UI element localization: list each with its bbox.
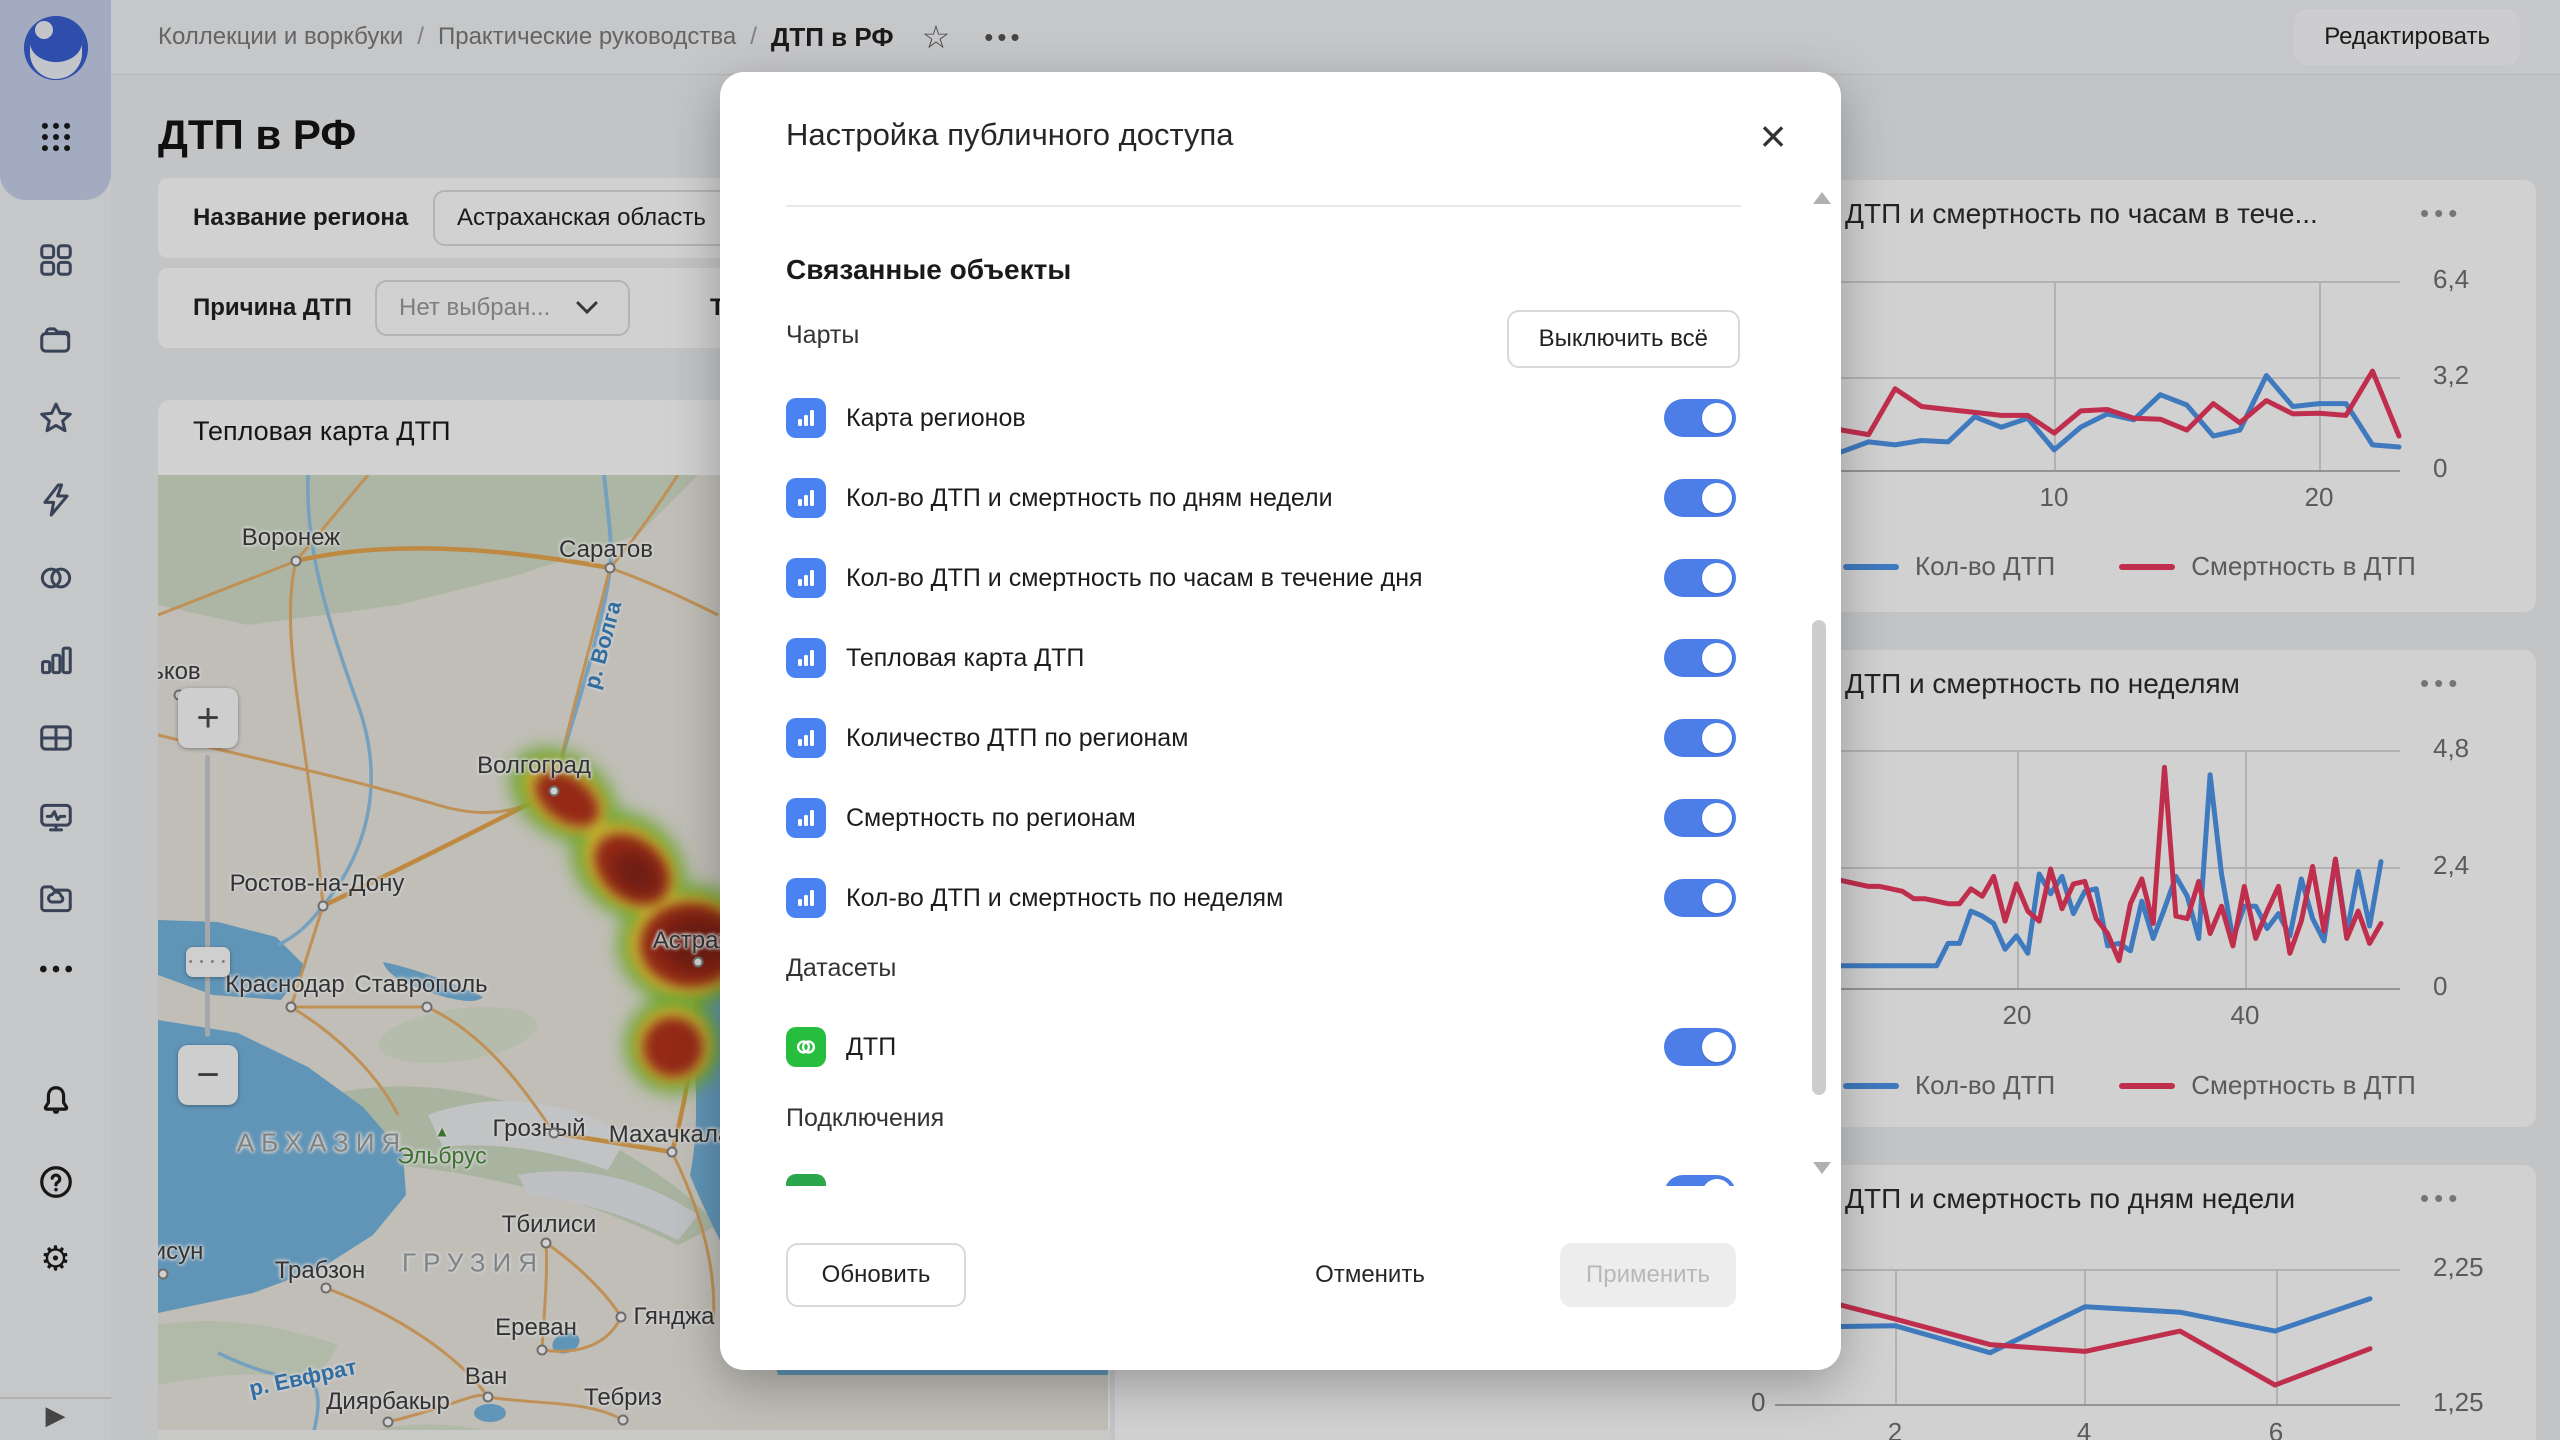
object-label: ДТП <box>846 1033 896 1062</box>
object-label: Кол-во ДТП и смертность по дням недели <box>846 484 1333 513</box>
related-objects-heading: Связанные объекты <box>786 254 1071 286</box>
scrollbar-down-icon[interactable] <box>1813 1162 1831 1174</box>
toggle-switch[interactable] <box>1664 1028 1736 1066</box>
charts-section-label: Чарты <box>786 321 859 350</box>
chart-object-icon <box>786 558 826 598</box>
chart-toggle-row: Кол-во ДТП и смертность по неделям <box>786 858 1736 938</box>
connection-toggle-row <box>786 1154 1736 1186</box>
object-label: Количество ДТП по регионам <box>846 724 1188 753</box>
toggle-switch[interactable] <box>1664 799 1736 837</box>
chart-object-icon <box>786 478 826 518</box>
chart-toggle-row: Кол-во ДТП и смертность по часам в течен… <box>786 538 1736 618</box>
chart-object-icon <box>786 878 826 918</box>
chart-object-icon <box>786 798 826 838</box>
chart-object-icon <box>786 398 826 438</box>
object-label: Кол-во ДТП и смертность по неделям <box>846 884 1283 913</box>
chart-toggle-row: Смертность по регионам <box>786 778 1736 858</box>
public-access-modal: Настройка публичного доступа × Связанные… <box>720 72 1841 1370</box>
chart-toggle-row: Кол-во ДТП и смертность по дням недели <box>786 458 1736 538</box>
toggle-switch[interactable] <box>1664 879 1736 917</box>
toggle-switch[interactable] <box>1664 559 1736 597</box>
disable-all-button[interactable]: Выключить всё <box>1507 310 1740 368</box>
scrollbar-up-icon[interactable] <box>1813 192 1831 204</box>
object-label: Кол-во ДТП и смертность по часам в течен… <box>846 564 1423 593</box>
chart-object-icon <box>786 718 826 758</box>
dataset-toggle-row: ДТП <box>786 1007 1736 1087</box>
object-label: Смертность по регионам <box>846 804 1136 833</box>
scrollbar-thumb[interactable] <box>1812 620 1826 1095</box>
object-label: Тепловая карта ДТП <box>846 644 1084 673</box>
datasets-section-label: Датасеты <box>786 954 896 983</box>
connections-section-label: Подключения <box>786 1104 944 1133</box>
cancel-button[interactable]: Отменить <box>1305 1243 1435 1307</box>
chart-toggle-row: Количество ДТП по регионам <box>786 698 1736 778</box>
toggle-switch[interactable] <box>1664 1175 1736 1186</box>
close-icon[interactable]: × <box>1749 112 1797 160</box>
chart-toggle-row: Карта регионов <box>786 378 1736 458</box>
update-button[interactable]: Обновить <box>786 1243 966 1307</box>
modal-scroll-area[interactable]: Связанные объекты Чарты Выключить всё Ка… <box>720 206 1841 1186</box>
toggle-switch[interactable] <box>1664 399 1736 437</box>
toggle-switch[interactable] <box>1664 639 1736 677</box>
connection-object-icon <box>786 1174 826 1186</box>
apply-button[interactable]: Применить <box>1560 1243 1736 1307</box>
chart-object-icon <box>786 638 826 678</box>
toggle-switch[interactable] <box>1664 719 1736 757</box>
modal-title: Настройка публичного доступа <box>786 117 1234 153</box>
object-label: Карта регионов <box>846 404 1026 433</box>
dataset-object-icon <box>786 1027 826 1067</box>
toggle-switch[interactable] <box>1664 479 1736 517</box>
chart-toggle-row: Тепловая карта ДТП <box>786 618 1736 698</box>
